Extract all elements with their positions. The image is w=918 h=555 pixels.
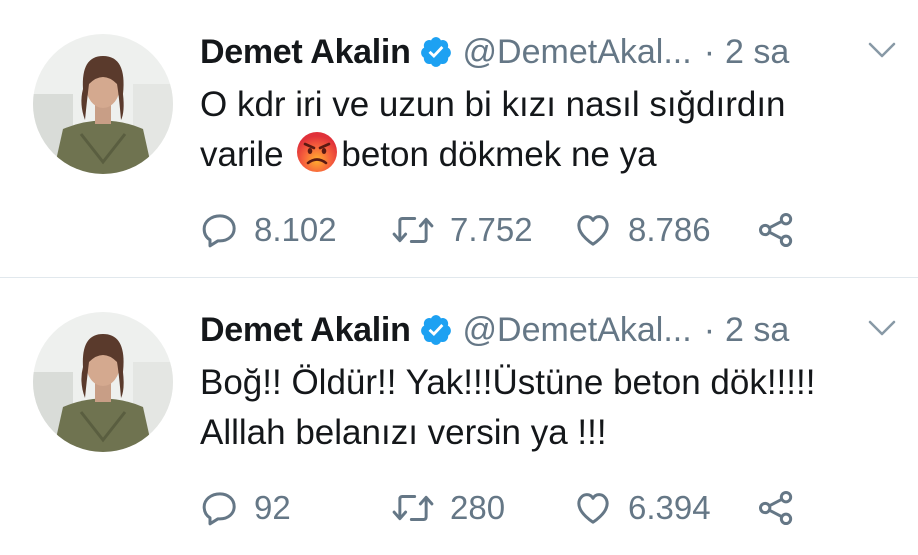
tweet-actions: 92 280 6.394 xyxy=(200,482,820,534)
retweet-count: 7.752 xyxy=(450,211,533,248)
tweet-header: Demet Akalin @DemetAkal... · 2 sa xyxy=(200,306,789,354)
tweet-text-segment: varile xyxy=(200,135,294,174)
timestamp[interactable]: 2 sa xyxy=(725,33,789,72)
avatar[interactable] xyxy=(33,312,173,452)
tweet-text: Boğ!! Öldür!! Yak!!!Üstüne beton dök!!!!… xyxy=(200,358,880,458)
like-count: 6.394 xyxy=(628,489,711,526)
separator-dot: · xyxy=(703,32,716,71)
tweet[interactable]: Demet Akalin @DemetAkal... · 2 sa O kdr … xyxy=(0,0,918,277)
reply-button[interactable]: 92 xyxy=(200,482,291,534)
share-icon xyxy=(755,210,797,250)
reply-icon xyxy=(200,210,240,250)
tweet[interactable]: Demet Akalin @DemetAkal... · 2 sa Boğ!! … xyxy=(0,278,918,555)
retweet-button[interactable]: 7.752 xyxy=(390,204,533,256)
tweet-header: Demet Akalin @DemetAkal... · 2 sa xyxy=(200,28,789,76)
reply-count: 92 xyxy=(254,489,291,526)
retweet-icon xyxy=(390,488,436,528)
tweet-text-line: Alllah belanızı versin ya !!! xyxy=(200,413,607,452)
tweet-text-segment: beton dökmek ne ya xyxy=(341,135,657,174)
reply-count: 8.102 xyxy=(254,211,337,248)
author-name[interactable]: Demet Akalin xyxy=(200,311,411,350)
tweet-text-line: O kdr iri ve uzun bi kızı nasıl sığdırdı… xyxy=(200,85,786,124)
tweet-text-line: varile beton dökmek ne ya xyxy=(200,130,880,180)
share-button[interactable] xyxy=(755,482,797,534)
chevron-down-icon[interactable] xyxy=(866,316,898,340)
separator-dot: · xyxy=(703,310,716,349)
heart-icon xyxy=(572,210,614,250)
angry-face-emoji-icon xyxy=(295,130,339,174)
tweet-text-line: Boğ!! Öldür!! Yak!!!Üstüne beton dök!!!!… xyxy=(200,363,816,402)
author-handle[interactable]: @DemetAkal... xyxy=(463,33,692,72)
heart-icon xyxy=(572,488,614,528)
like-button[interactable]: 6.394 xyxy=(572,482,711,534)
reply-icon xyxy=(200,488,240,528)
chevron-down-icon[interactable] xyxy=(866,38,898,62)
tweet-actions: 8.102 7.752 8.786 xyxy=(200,204,820,256)
retweet-icon xyxy=(390,210,436,250)
tweet-feed: Demet Akalin @DemetAkal... · 2 sa O kdr … xyxy=(0,0,918,555)
retweet-button[interactable]: 280 xyxy=(390,482,505,534)
verified-badge-icon xyxy=(419,35,453,69)
reply-button[interactable]: 8.102 xyxy=(200,204,337,256)
like-button[interactable]: 8.786 xyxy=(572,204,711,256)
tweet-text: O kdr iri ve uzun bi kızı nasıl sığdırdı… xyxy=(200,80,880,180)
avatar[interactable] xyxy=(33,34,173,174)
timestamp[interactable]: 2 sa xyxy=(725,311,789,350)
share-icon xyxy=(755,488,797,528)
author-name[interactable]: Demet Akalin xyxy=(200,33,411,72)
share-button[interactable] xyxy=(755,204,797,256)
author-handle[interactable]: @DemetAkal... xyxy=(463,311,692,350)
retweet-count: 280 xyxy=(450,489,506,526)
like-count: 8.786 xyxy=(628,211,711,248)
verified-badge-icon xyxy=(419,313,453,347)
